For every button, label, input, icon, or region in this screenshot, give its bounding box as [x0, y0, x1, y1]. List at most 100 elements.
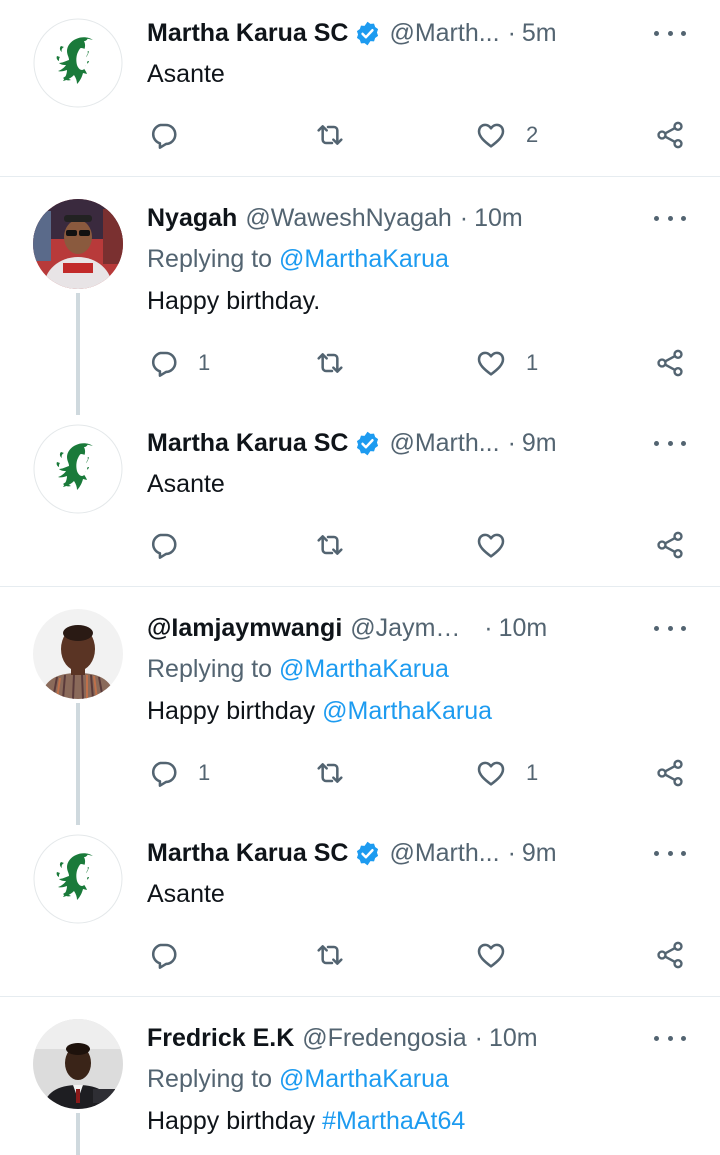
more-icon[interactable] [654, 1032, 686, 1044]
thread-line [76, 293, 80, 415]
like-button[interactable] [475, 528, 507, 562]
dot-separator: · [507, 18, 516, 47]
reply-icon [147, 119, 179, 151]
tweet-text: Happy birthday @MarthaKarua [147, 697, 492, 726]
timestamp[interactable]: 5m [522, 19, 557, 48]
display-name[interactable]: Fredrick E.K [147, 1024, 294, 1053]
tweet-header: Fredrick E.K @Fredengosia · 10m [147, 1021, 720, 1055]
share-button[interactable] [654, 938, 686, 972]
retweet-button[interactable] [314, 346, 346, 380]
share-button[interactable] [654, 756, 686, 790]
avatar[interactable] [33, 834, 123, 924]
reply-icon [147, 529, 179, 561]
tweet[interactable]: Martha Karua SC @Marth... · 5m Asante 2 [0, 0, 720, 176]
heart-icon [475, 347, 507, 379]
replying-to-link[interactable]: @MarthaKarua [279, 655, 449, 683]
tweet-text-body: Happy birthday. [147, 287, 321, 315]
tweet-text-body: Asante [147, 60, 225, 88]
share-icon [654, 529, 686, 561]
share-button[interactable] [654, 346, 686, 380]
reply-button[interactable] [147, 938, 179, 972]
verified-badge-icon [354, 840, 381, 867]
reply-button[interactable] [147, 528, 179, 562]
tweet-text: Asante [147, 880, 225, 909]
reply-button[interactable]: 1 [147, 756, 210, 790]
replies-count: 1 [198, 760, 211, 785]
user-handle[interactable]: @WaweshNyagah [245, 204, 451, 233]
tweet[interactable]: Martha Karua SC @Marth... · 9m Asante [0, 410, 720, 586]
user-handle[interactable]: @Jaymwan7... [350, 614, 476, 643]
replying-to: Replying to @MarthaKarua [147, 245, 449, 274]
user-handle[interactable]: @Marth... [389, 19, 499, 48]
heart-icon [475, 939, 507, 971]
retweet-button[interactable] [314, 528, 346, 562]
timestamp[interactable]: 9m [522, 839, 557, 868]
retweet-icon [314, 757, 346, 789]
replying-to: Replying to @MarthaKarua [147, 1065, 449, 1094]
display-name[interactable]: Martha Karua SC [147, 429, 348, 458]
display-name[interactable]: Martha Karua SC [147, 19, 348, 48]
timestamp[interactable]: 10m [489, 1024, 538, 1053]
thread-line [76, 1113, 80, 1155]
tweet-text: Happy birthday. [147, 287, 320, 316]
display-name[interactable]: @Iamjaymwangi [147, 614, 342, 643]
like-button[interactable]: 1 [475, 756, 538, 790]
tweet[interactable]: Nyagah @WaweshNyagah · 10m Replying to @Mart… [0, 185, 720, 420]
user-handle[interactable]: @Fredengosia [302, 1024, 466, 1053]
timestamp[interactable]: 9m [522, 429, 557, 458]
tweet[interactable]: Fredrick E.K @Fredengosia · 10m Replying to … [0, 1005, 720, 1155]
like-button[interactable]: 1 [475, 346, 538, 380]
tweet[interactable]: Martha Karua SC @Marth... · 9m Asante [0, 820, 720, 996]
avatar[interactable] [33, 18, 123, 108]
share-button[interactable] [654, 528, 686, 562]
retweet-icon [314, 529, 346, 561]
user-handle[interactable]: @Marth... [389, 839, 499, 868]
tweet-text-body: Asante [147, 470, 225, 498]
retweet-button[interactable] [314, 756, 346, 790]
tweet-header: @Iamjaymwangi @Jaymwan7... ·10m [147, 611, 720, 645]
replying-to: Replying to @MarthaKarua [147, 655, 449, 684]
display-name[interactable]: Martha Karua SC [147, 839, 348, 868]
divider [0, 996, 720, 997]
share-button[interactable] [654, 118, 686, 152]
more-icon[interactable] [654, 437, 686, 449]
dot-separator: · [507, 428, 516, 457]
timestamp[interactable]: 10m [499, 614, 548, 643]
thread-line [76, 703, 80, 825]
user-handle[interactable]: @Marth... [389, 429, 499, 458]
replying-to-label: Replying to [147, 655, 273, 683]
divider [0, 586, 720, 587]
tweet-text-link[interactable]: @MarthaKarua [322, 697, 492, 725]
avatar[interactable] [33, 1019, 123, 1109]
avatar[interactable] [33, 424, 123, 514]
more-icon[interactable] [654, 212, 686, 224]
reply-icon [147, 347, 179, 379]
display-name[interactable]: Nyagah [147, 204, 237, 233]
retweet-button[interactable] [314, 938, 346, 972]
replying-to-label: Replying to [147, 245, 273, 273]
retweet-icon [314, 119, 346, 151]
verified-badge-icon [354, 20, 381, 47]
tweet[interactable]: @Iamjaymwangi @Jaymwan7... ·10m Replying to… [0, 595, 720, 830]
retweet-button[interactable] [314, 118, 346, 152]
share-icon [654, 939, 686, 971]
replying-to-link[interactable]: @MarthaKarua [279, 1065, 449, 1093]
retweet-icon [314, 347, 346, 379]
more-icon[interactable] [654, 847, 686, 859]
dot-separator: · [484, 613, 493, 642]
more-icon[interactable] [654, 27, 686, 39]
more-icon[interactable] [654, 622, 686, 634]
avatar[interactable] [33, 609, 123, 699]
tweet-text-link[interactable]: #MarthaAt64 [322, 1107, 465, 1135]
like-button[interactable]: 2 [475, 118, 538, 152]
avatar[interactable] [33, 199, 123, 289]
timestamp[interactable]: 10m [474, 204, 523, 233]
like-button[interactable] [475, 938, 507, 972]
replying-to-link[interactable]: @MarthaKarua [279, 245, 449, 273]
verified-badge-icon [354, 430, 381, 457]
heart-icon [475, 119, 507, 151]
share-icon [654, 757, 686, 789]
reply-button[interactable]: 1 [147, 346, 210, 380]
likes-count: 2 [526, 122, 539, 147]
reply-button[interactable] [147, 118, 179, 152]
